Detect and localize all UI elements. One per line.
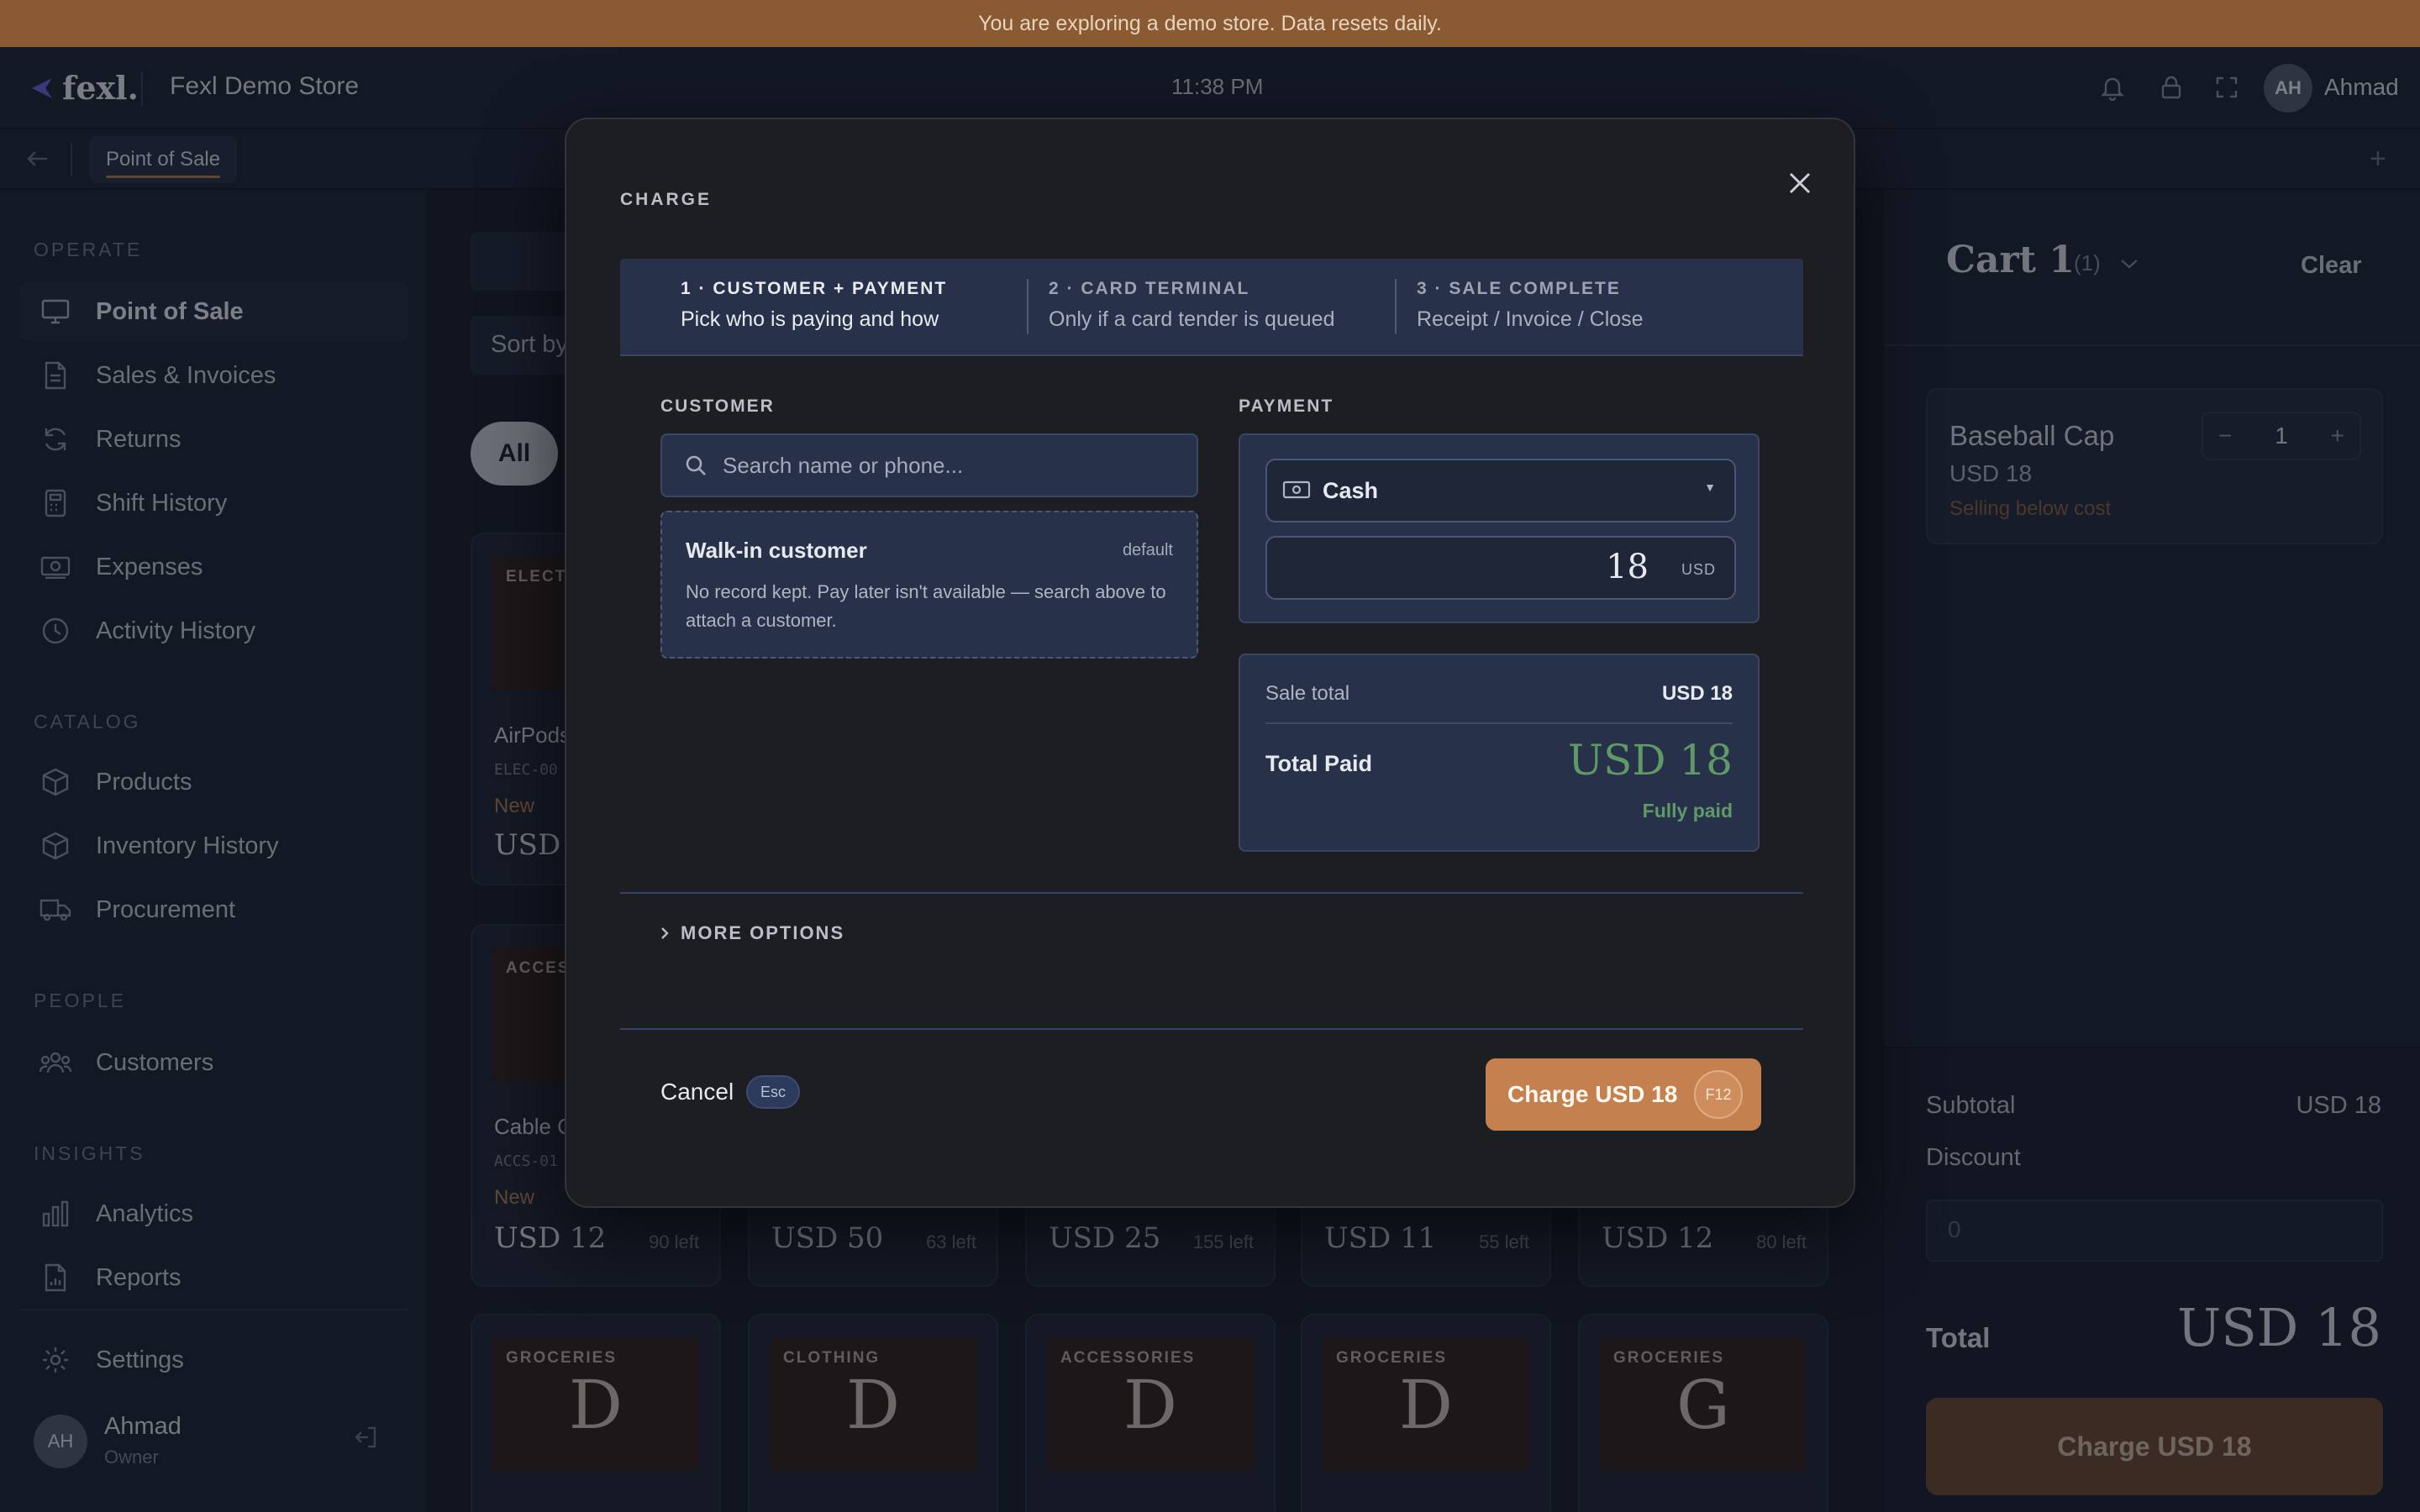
- demo-banner-text: You are exploring a demo store. Data res…: [978, 11, 1442, 35]
- step-title: 1 · CUSTOMER + PAYMENT: [681, 279, 948, 298]
- step-divider: [1027, 279, 1028, 334]
- payment-box: Cash ▼ 18 USD: [1239, 433, 1760, 623]
- walk-in-name: Walk-in customer: [686, 538, 867, 563]
- total-paid-value: USD 18: [1568, 736, 1733, 785]
- payment-summary: Sale total USD 18 Total Paid USD 18 Full…: [1239, 654, 1760, 852]
- payment-label: PAYMENT: [1239, 396, 1334, 416]
- dialog-title: CHARGE: [620, 190, 713, 209]
- cancel-button[interactable]: Cancel: [660, 1079, 734, 1105]
- chevron-down-icon: ▼: [1704, 480, 1716, 494]
- stepper: 1 · CUSTOMER + PAYMENT Pick who is payin…: [620, 259, 1803, 356]
- more-options-label: MORE OPTIONS: [681, 922, 845, 943]
- step-sale-complete: 3 · SALE COMPLETE Receipt / Invoice / Cl…: [1417, 279, 1644, 332]
- step-divider: [1395, 279, 1397, 334]
- charge-dialog: CHARGE 1 · CUSTOMER + PAYMENT Pick who i…: [565, 118, 1855, 1208]
- currency-label: USD: [1681, 561, 1716, 578]
- banknote-icon: [1282, 480, 1311, 499]
- chevron-right-icon: [661, 927, 669, 939]
- walk-in-customer-option[interactable]: Walk-in customer default No record kept.…: [660, 511, 1198, 659]
- summary-divider: [1265, 722, 1733, 724]
- step-title: 3 · SALE COMPLETE: [1417, 279, 1621, 298]
- customer-search-placeholder: Search name or phone...: [723, 452, 964, 478]
- customer-search-input[interactable]: Search name or phone...: [660, 433, 1198, 497]
- charge-button-label: Charge USD 18: [1507, 1081, 1678, 1107]
- sale-total-value: USD 18: [1661, 682, 1733, 705]
- search-icon: [686, 455, 706, 475]
- sale-total-label: Sale total: [1265, 682, 1350, 705]
- customer-label: CUSTOMER: [660, 396, 775, 416]
- more-options-toggle[interactable]: MORE OPTIONS: [660, 922, 844, 944]
- f12-shortcut-badge: F12: [1694, 1070, 1743, 1119]
- esc-shortcut-badge: Esc: [746, 1075, 800, 1109]
- charge-button[interactable]: Charge USD 18 F12: [1486, 1058, 1761, 1131]
- default-badge: default: [1122, 541, 1173, 559]
- step-customer-payment: 1 · CUSTOMER + PAYMENT Pick who is payin…: [681, 279, 947, 332]
- step-description: Only if a card tender is queued: [1049, 307, 1335, 331]
- paid-status: Fully paid: [1642, 800, 1733, 822]
- step-card-terminal: 2 · CARD TERMINAL Only if a card tender …: [1049, 279, 1334, 332]
- dialog-divider: [620, 892, 1803, 894]
- walk-in-description: No record kept. Pay later isn't availabl…: [686, 581, 1166, 631]
- payment-amount-input[interactable]: 18 USD: [1265, 536, 1736, 600]
- demo-banner: You are exploring a demo store. Data res…: [0, 0, 2420, 47]
- step-title: 2 · CARD TERMINAL: [1049, 279, 1250, 298]
- total-paid-label: Total Paid: [1265, 751, 1373, 776]
- step-description: Receipt / Invoice / Close: [1417, 307, 1644, 331]
- dialog-divider: [620, 1028, 1803, 1030]
- payment-method-select[interactable]: Cash ▼: [1265, 459, 1736, 522]
- step-description: Pick who is paying and how: [681, 307, 939, 331]
- payment-method-value: Cash: [1323, 477, 1379, 503]
- close-icon[interactable]: [1780, 163, 1820, 203]
- payment-amount-value: 18: [1606, 548, 1649, 586]
